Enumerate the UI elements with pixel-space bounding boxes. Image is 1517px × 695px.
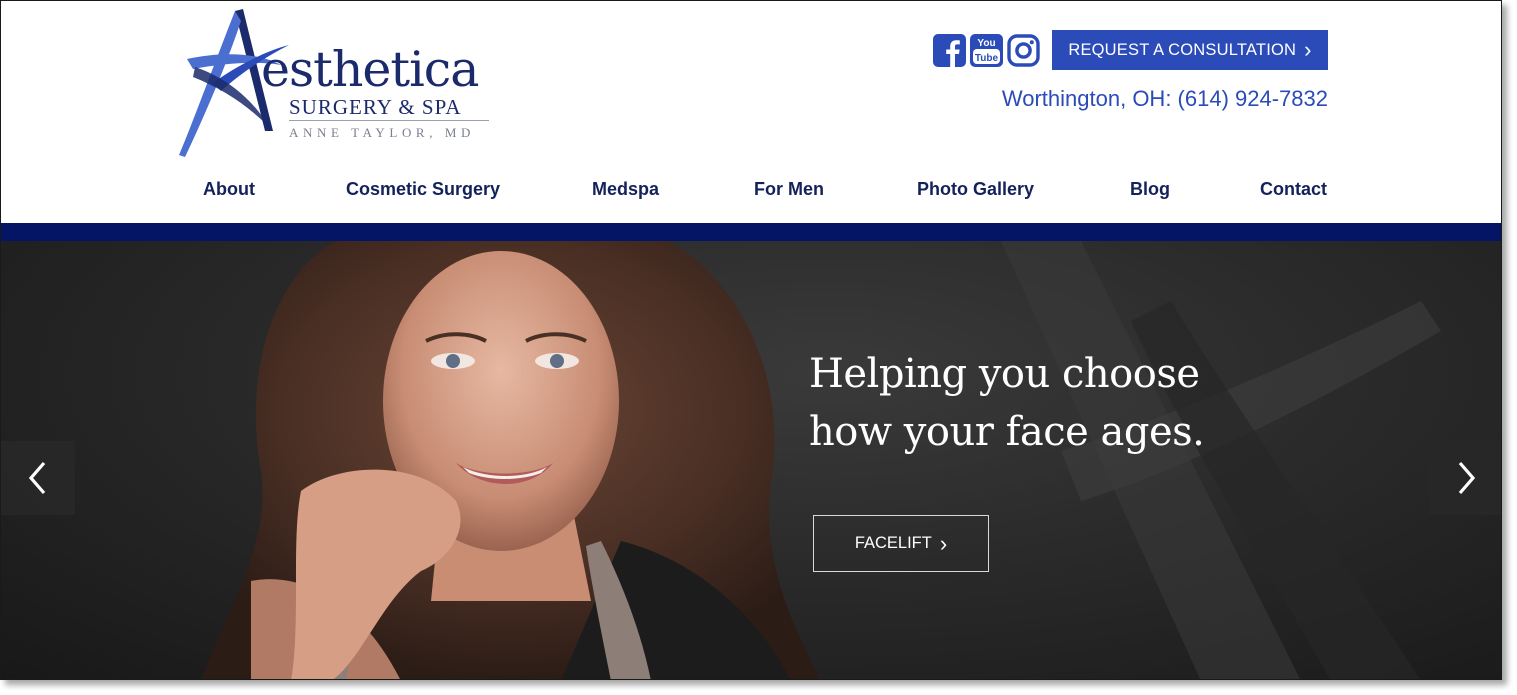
facebook-icon[interactable] — [933, 34, 966, 67]
request-consultation-button[interactable]: REQUEST A CONSULTATION › — [1052, 30, 1328, 70]
nav-item-medspa[interactable]: Medspa — [592, 179, 659, 200]
slider-next-button[interactable] — [1429, 441, 1501, 515]
chevron-left-icon — [28, 461, 46, 495]
site-logo[interactable]: esthetica SURGERY & SPA ANNE TAYLOR, MD — [173, 7, 503, 159]
nav-item-about[interactable]: About — [203, 179, 255, 200]
hero-headline: Helping you choose how your face ages. — [809, 345, 1205, 461]
youtube-icon[interactable]: You Tube — [970, 34, 1003, 67]
slider-prev-button[interactable] — [1, 441, 75, 515]
main-nav: About Cosmetic Surgery Medspa For Men Ph… — [1, 179, 1501, 203]
phone-number[interactable]: Worthington, OH: (614) 924-7832 — [901, 86, 1328, 112]
chevron-right-icon — [1458, 461, 1476, 495]
hero-headline-line-1: Helping you choose — [809, 351, 1200, 397]
hero-slider: Helping you choose how your face ages. F… — [1, 241, 1501, 679]
youtube-text-bottom: Tube — [975, 53, 999, 64]
facelift-button-label: FACELIFT — [854, 534, 932, 552]
nav-item-blog[interactable]: Blog — [1130, 179, 1170, 200]
browser-frame: esthetica SURGERY & SPA ANNE TAYLOR, MD … — [0, 0, 1502, 680]
chevron-right-icon: › — [1304, 37, 1312, 62]
nav-item-for-men[interactable]: For Men — [754, 179, 824, 200]
hero-headline-line-2: how your face ages. — [809, 409, 1205, 455]
logo-doctor-name: ANNE TAYLOR, MD — [289, 125, 476, 140]
logo-divider — [289, 120, 489, 121]
instagram-icon[interactable] — [1007, 34, 1040, 67]
logo-wordmark: esthetica — [261, 41, 479, 98]
request-consultation-label: REQUEST A CONSULTATION — [1068, 40, 1297, 59]
nav-item-contact[interactable]: Contact — [1260, 179, 1327, 200]
hero-portrait-image — [201, 241, 821, 679]
header-band — [1, 223, 1501, 241]
nav-item-cosmetic-surgery[interactable]: Cosmetic Surgery — [346, 179, 500, 200]
youtube-text-top: You — [977, 38, 995, 49]
logo-subtitle: SURGERY & SPA — [289, 95, 462, 119]
facelift-button[interactable]: FACELIFT › — [813, 515, 989, 572]
nav-item-photo-gallery[interactable]: Photo Gallery — [917, 179, 1034, 200]
chevron-right-icon: › — [939, 530, 948, 556]
